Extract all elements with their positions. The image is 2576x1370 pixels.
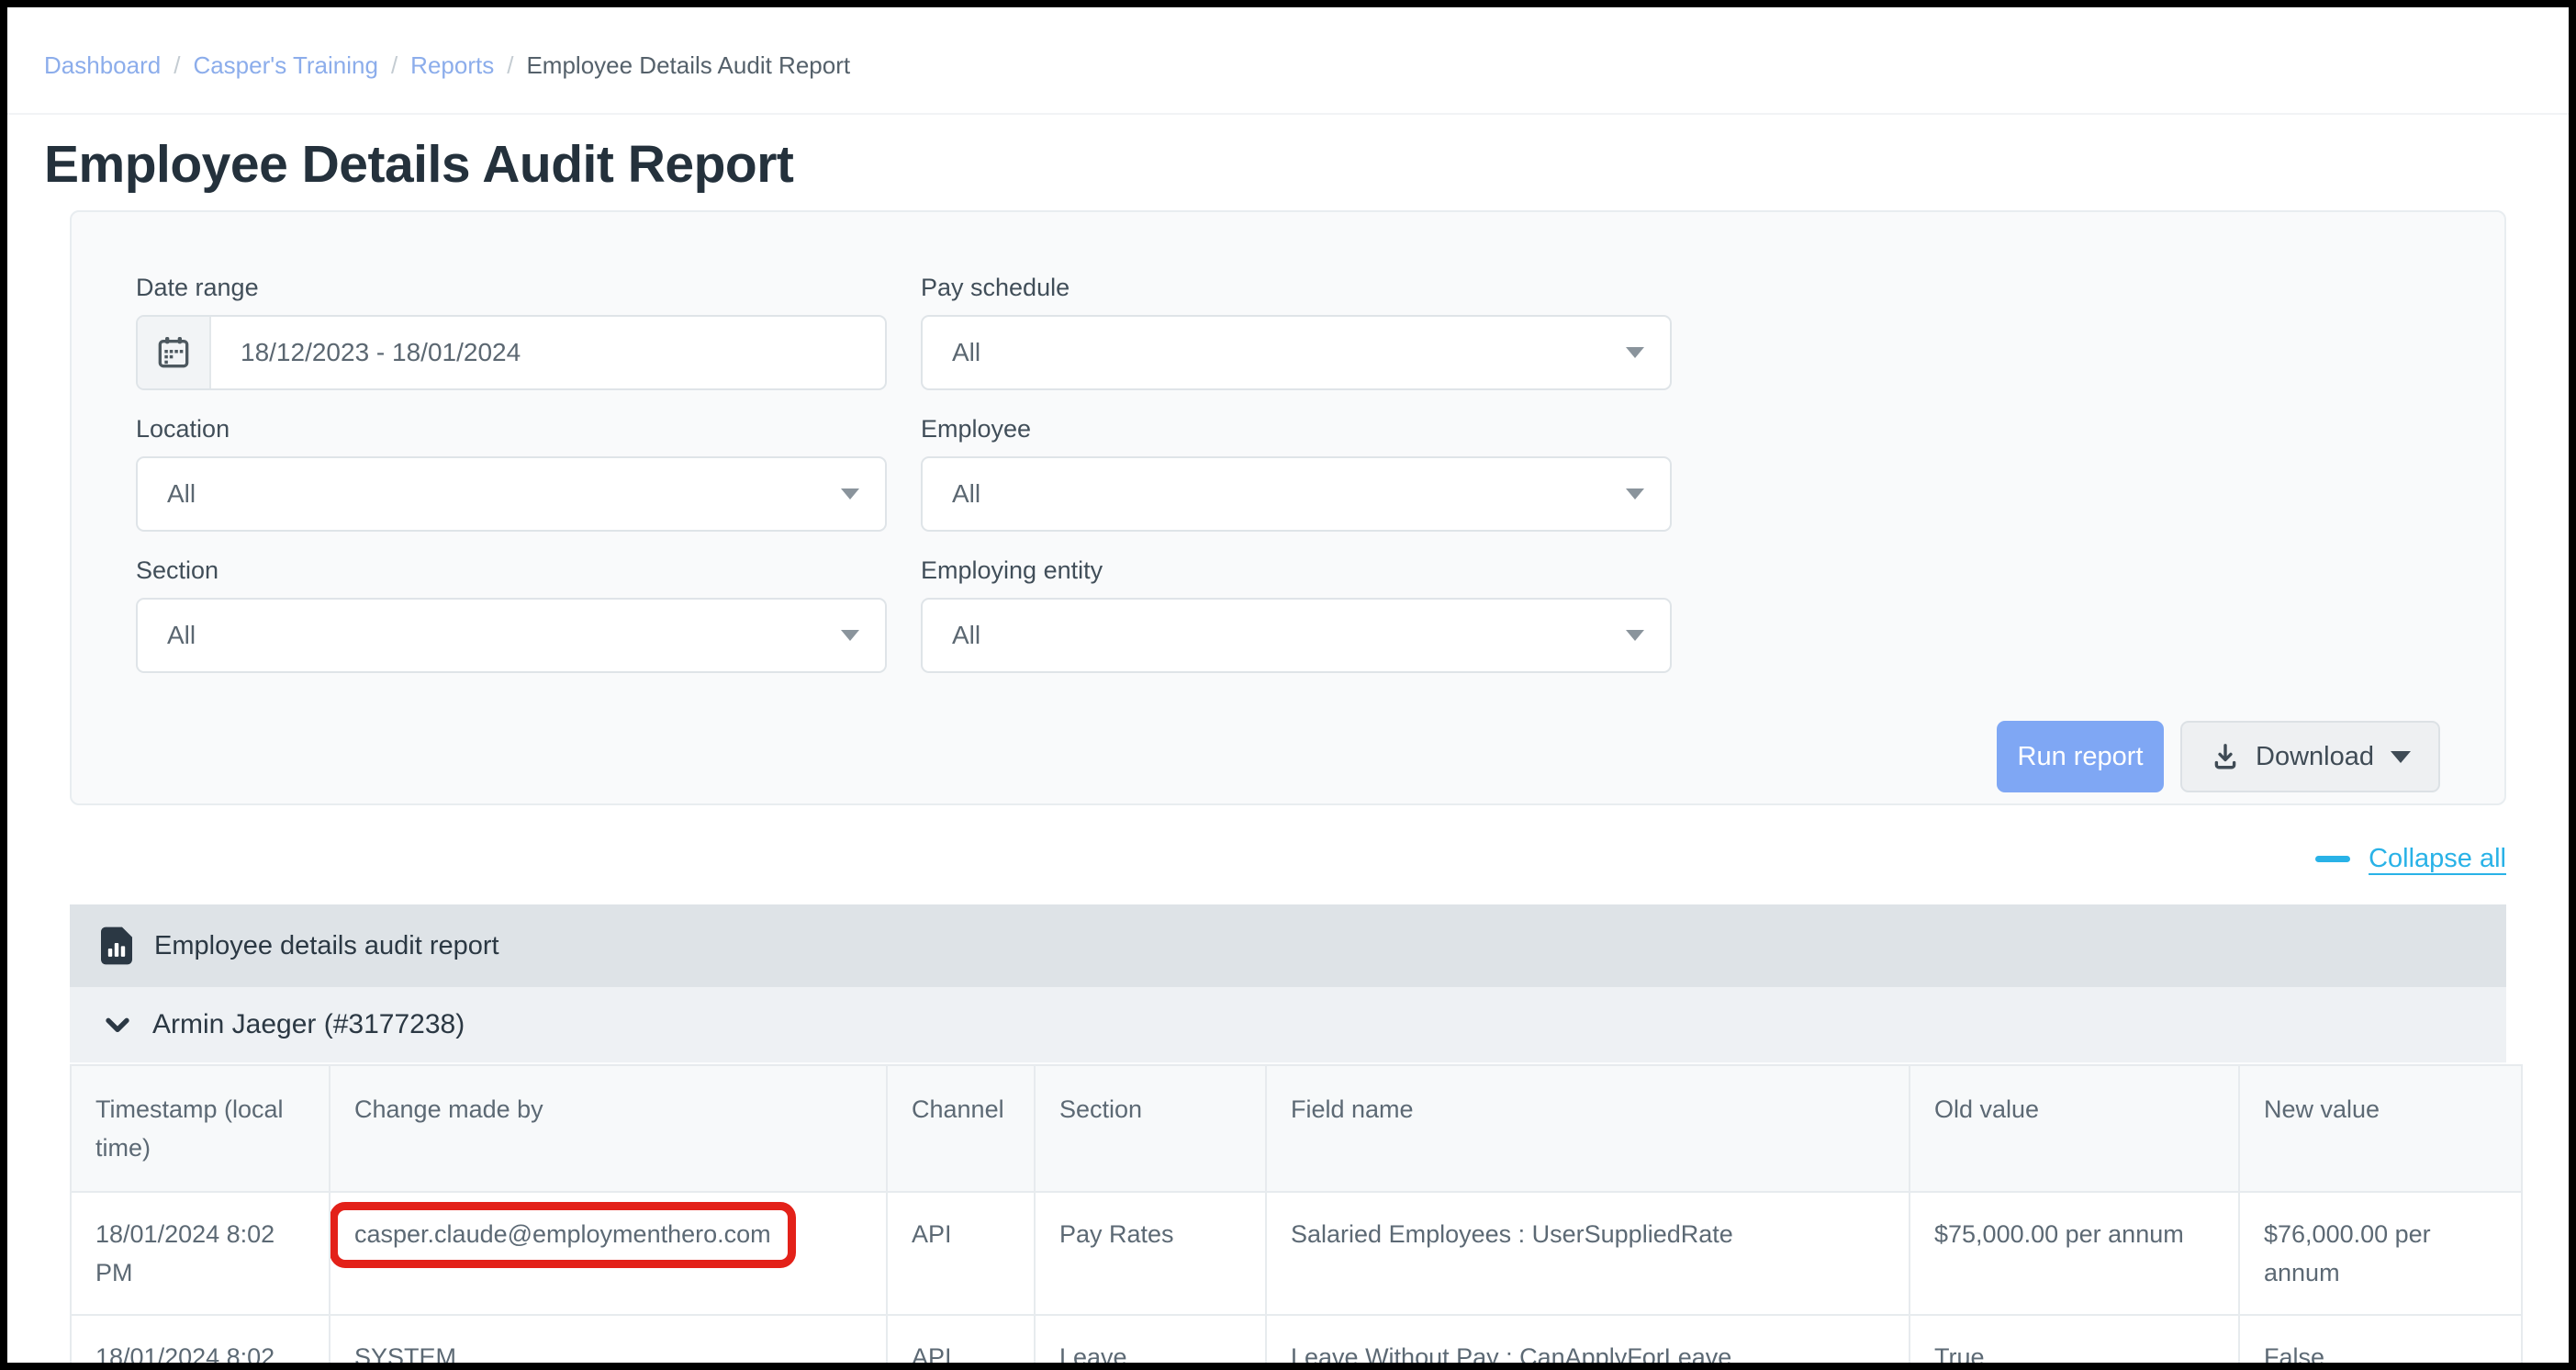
- collapse-all-link[interactable]: Collapse all: [2369, 844, 2506, 874]
- employing-entity-select[interactable]: All: [921, 598, 1672, 673]
- audit-table: Timestamp (local time) Change made by Ch…: [70, 1064, 2523, 1370]
- breadcrumb-current: Employee Details Audit Report: [526, 51, 850, 80]
- column-header-field-name: Field name: [1266, 1065, 1910, 1192]
- cell-section: Leave Allowances: [1035, 1315, 1266, 1370]
- minus-icon[interactable]: [2315, 856, 2350, 862]
- date-range-value: 18/12/2023 - 18/01/2024: [211, 338, 521, 367]
- table-row: 18/01/2024 8:02 PM SYSTEM API Leave Allo…: [71, 1315, 2522, 1370]
- cell-field-name: Salaried Employees : UserSuppliedRate: [1266, 1192, 1910, 1315]
- location-select[interactable]: All: [136, 456, 887, 532]
- cell-section: Pay Rates: [1035, 1192, 1266, 1315]
- cell-timestamp: 18/01/2024 8:02 PM: [71, 1192, 330, 1315]
- cell-channel: API: [887, 1192, 1035, 1315]
- page-title: Employee Details Audit Report: [44, 135, 2569, 194]
- table-header-row: Timestamp (local time) Change made by Ch…: [71, 1065, 2522, 1192]
- annotation-highlight-box: casper.claude@employmenthero.com: [330, 1202, 796, 1268]
- filter-grid: Date range: [136, 273, 2440, 697]
- chevron-down-icon: [841, 488, 859, 500]
- section-label: Section: [136, 556, 887, 585]
- chevron-down-icon: [2391, 751, 2411, 763]
- date-range-input[interactable]: 18/12/2023 - 18/01/2024: [136, 315, 887, 390]
- collapse-all-row: Collapse all: [70, 842, 2506, 875]
- field-pay-schedule: Pay schedule All: [921, 273, 1672, 390]
- run-report-button[interactable]: Run report: [1997, 721, 2164, 792]
- pay-schedule-label: Pay schedule: [921, 273, 1672, 302]
- field-location: Location All: [136, 414, 887, 532]
- column-header-timestamp: Timestamp (local time): [71, 1065, 330, 1192]
- breadcrumb-dashboard[interactable]: Dashboard: [44, 51, 161, 80]
- cell-old-value: $75,000.00 per annum: [1910, 1192, 2239, 1315]
- filter-panel: Date range: [70, 210, 2506, 805]
- date-range-label: Date range: [136, 273, 887, 302]
- column-header-new-value: New value: [2239, 1065, 2522, 1192]
- breadcrumb-reports[interactable]: Reports: [410, 51, 494, 80]
- field-date-range: Date range: [136, 273, 887, 390]
- column-header-change-made-by: Change made by: [330, 1065, 887, 1192]
- download-button-label: Download: [2256, 742, 2374, 772]
- field-section: Section All: [136, 556, 887, 673]
- employing-entity-value: All: [923, 621, 980, 650]
- change-made-by-value: casper.claude@employmenthero.com: [354, 1220, 771, 1248]
- chevron-down-icon: [1626, 347, 1644, 358]
- cell-change-made-by: SYSTEM: [330, 1315, 887, 1370]
- chevron-down-icon: [1626, 488, 1644, 500]
- field-employing-entity: Employing entity All: [921, 556, 1672, 673]
- breadcrumb: Dashboard / Casper's Training / Reports …: [7, 7, 2569, 115]
- cell-change-made-by: casper.claude@employmenthero.com: [330, 1192, 887, 1315]
- cell-new-value: $76,000.00 per annum: [2239, 1192, 2522, 1315]
- calendar-icon: [155, 334, 192, 371]
- location-label: Location: [136, 414, 887, 444]
- download-icon: [2210, 741, 2241, 772]
- cell-field-name: Leave Without Pay : CanApplyForLeave: [1266, 1315, 1910, 1370]
- cell-new-value: False: [2239, 1315, 2522, 1370]
- employee-group-row[interactable]: Armin Jaeger (#3177238): [70, 987, 2506, 1064]
- breadcrumb-separator: /: [174, 51, 180, 80]
- report-title-bar: Employee details audit report: [70, 904, 2506, 987]
- column-header-section: Section: [1035, 1065, 1266, 1192]
- chevron-down-icon: [841, 630, 859, 641]
- download-button[interactable]: Download: [2180, 721, 2440, 792]
- breadcrumb-caspers-training[interactable]: Casper's Training: [193, 51, 378, 80]
- cell-old-value: True: [1910, 1315, 2239, 1370]
- location-value: All: [138, 479, 196, 509]
- pay-schedule-value: All: [923, 338, 980, 367]
- section-select[interactable]: All: [136, 598, 887, 673]
- cell-channel: API: [887, 1315, 1035, 1370]
- field-employee: Employee All: [921, 414, 1672, 532]
- table-row: 18/01/2024 8:02 PM casper.claude@employm…: [71, 1192, 2522, 1315]
- employing-entity-label: Employing entity: [921, 556, 1672, 585]
- employee-select[interactable]: All: [921, 456, 1672, 532]
- page-frame: Dashboard / Casper's Training / Reports …: [0, 0, 2576, 1370]
- report-file-icon: [101, 926, 132, 965]
- report-title: Employee details audit report: [154, 931, 499, 961]
- panel-actions: Run report Download: [136, 721, 2440, 792]
- column-header-channel: Channel: [887, 1065, 1035, 1192]
- employee-value: All: [923, 479, 980, 509]
- report-section: Employee details audit report Armin Jaeg…: [70, 904, 2506, 1370]
- cell-timestamp: 18/01/2024 8:02 PM: [71, 1315, 330, 1370]
- breadcrumb-separator: /: [391, 51, 398, 80]
- column-header-old-value: Old value: [1910, 1065, 2239, 1192]
- chevron-down-icon: [103, 1010, 132, 1039]
- pay-schedule-select[interactable]: All: [921, 315, 1672, 390]
- employee-group-label: Armin Jaeger (#3177238): [152, 1009, 465, 1040]
- calendar-addon[interactable]: [138, 317, 211, 388]
- breadcrumb-separator: /: [507, 51, 513, 80]
- chevron-down-icon: [1626, 630, 1644, 641]
- section-value: All: [138, 621, 196, 650]
- employee-label: Employee: [921, 414, 1672, 444]
